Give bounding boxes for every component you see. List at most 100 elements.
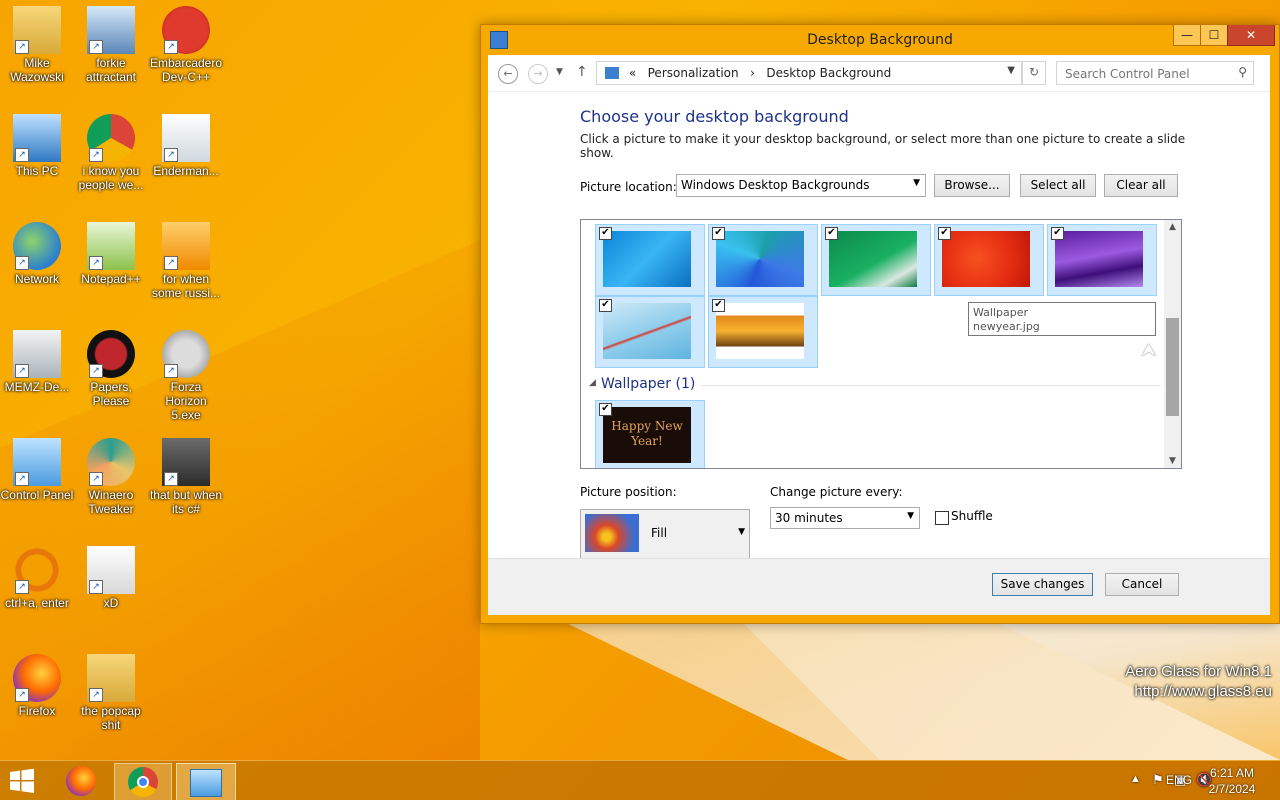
scroll-up-icon[interactable]: ▲ bbox=[1164, 222, 1181, 232]
change-picture-interval-value: 30 minutes bbox=[775, 511, 843, 525]
wallpaper-thumbnail[interactable]: ✔ bbox=[595, 224, 705, 296]
back-button[interactable]: ← bbox=[498, 64, 518, 84]
wallpaper-thumbnail[interactable]: ✔ bbox=[1047, 224, 1157, 296]
picture-position-label: Picture position: bbox=[580, 485, 677, 499]
thumbnail-checkbox[interactable]: ✔ bbox=[599, 299, 612, 312]
desktop-icon-label: Control Panel bbox=[0, 488, 74, 502]
gallery-scrollbar[interactable]: ▲ ▼ bbox=[1164, 220, 1181, 468]
browse-button[interactable]: Browse... bbox=[934, 174, 1010, 197]
change-picture-interval-select[interactable]: 30 minutes ▼ bbox=[770, 507, 920, 529]
desktop-icon-label: Network bbox=[14, 272, 59, 286]
breadcrumb-desktop-background[interactable]: Desktop Background bbox=[766, 66, 891, 80]
pc-settings-icon: ↗ bbox=[87, 6, 135, 54]
wallpaper-thumbnail[interactable]: ✔ bbox=[821, 224, 931, 296]
picture-position-value: Fill bbox=[651, 526, 668, 540]
scrollbar-thumb[interactable] bbox=[1166, 318, 1179, 416]
picture-location-value: Windows Desktop Backgrounds bbox=[681, 178, 870, 192]
desktop-background-window: Desktop Background — ☐ ✕ ← → ▼ ↑ « Perso… bbox=[480, 24, 1280, 624]
document-icon: ↗ bbox=[162, 114, 210, 162]
group-header-wallpaper[interactable]: Wallpaper (1) bbox=[601, 376, 695, 392]
picture-location-select[interactable]: Windows Desktop Backgrounds ▼ bbox=[676, 174, 926, 197]
desktop-icon-label: forkie attractant bbox=[85, 56, 137, 84]
search-input[interactable] bbox=[1063, 64, 1237, 84]
action-center-flag-icon[interactable]: ⚑ bbox=[1152, 772, 1164, 788]
save-changes-button[interactable]: Save changes bbox=[992, 573, 1093, 596]
wallpaper-thumbnail[interactable]: ✔ bbox=[934, 224, 1044, 296]
forward-button[interactable]: → bbox=[528, 64, 548, 84]
chrome-icon bbox=[128, 767, 158, 797]
shortcut-arrow-icon: ↗ bbox=[89, 580, 103, 594]
thumbnail-checkbox[interactable]: ✔ bbox=[938, 227, 951, 240]
desktop-icon[interactable]: ↗ MEMZ-De... bbox=[0, 330, 74, 394]
address-bar[interactable]: « Personalization › Desktop Background ▼ bbox=[596, 61, 1022, 85]
wallpaper-thumbnail[interactable]: ✔ bbox=[708, 224, 818, 296]
wallpaper-thumbnail[interactable]: ✔ bbox=[595, 296, 705, 368]
breadcrumb-overflow[interactable]: « bbox=[629, 66, 636, 80]
shortcut-arrow-icon: ↗ bbox=[164, 472, 178, 486]
wallpaper-thumbnail[interactable]: ✔ bbox=[708, 296, 818, 368]
desktop-icon[interactable]: ↗ Forza Horizon 5.exe bbox=[149, 330, 223, 422]
search-icon[interactable]: ⚲ bbox=[1238, 65, 1247, 79]
title-bar[interactable]: Desktop Background — ☐ ✕ bbox=[481, 25, 1279, 55]
desktop-icon-label: Winaero Tweaker bbox=[88, 488, 134, 516]
desktop-icon[interactable]: ↗ the popcap shit bbox=[74, 654, 148, 732]
thumbnail-checkbox[interactable]: ✔ bbox=[599, 227, 612, 240]
desktop-icon[interactable]: ↗ ctrl+a, enter bbox=[0, 546, 74, 610]
thumbnail-checkbox[interactable]: ✔ bbox=[825, 227, 838, 240]
watermark-url: http://www.glass8.eu bbox=[1134, 683, 1272, 700]
desktop-icon[interactable]: ↗ This PC bbox=[0, 114, 74, 178]
language-indicator[interactable]: ENG bbox=[1166, 773, 1192, 787]
thumbnail-image bbox=[603, 231, 691, 287]
desktop-icon[interactable]: ↗ Notepad++ bbox=[74, 222, 148, 286]
desktop-icon[interactable]: ↗ Firefox bbox=[0, 654, 74, 718]
thumbnail-checkbox[interactable]: ✔ bbox=[712, 227, 725, 240]
desktop-icon[interactable]: ↗ i know you people we... bbox=[74, 114, 148, 192]
clear-all-button[interactable]: Clear all bbox=[1104, 174, 1178, 197]
desktop-icon[interactable]: ↗ Papers, Please bbox=[74, 330, 148, 408]
desktop-icon[interactable]: ↗ xD bbox=[74, 546, 148, 610]
desktop-icon[interactable]: ↗ for when some russi... bbox=[149, 222, 223, 300]
taskbar-firefox[interactable] bbox=[58, 763, 104, 799]
desktop-icon-label: Papers, Please bbox=[90, 380, 132, 408]
thumbnail-image bbox=[603, 303, 691, 359]
clock[interactable]: 6:21 AM 2/7/2024 bbox=[1202, 765, 1262, 797]
desktop-icon[interactable]: ↗ Mike Wazowski bbox=[0, 6, 74, 84]
thumbnail-checkbox[interactable]: ✔ bbox=[1051, 227, 1064, 240]
maximize-button[interactable]: ☐ bbox=[1200, 25, 1228, 46]
desktop-icon[interactable]: ↗ Control Panel bbox=[0, 438, 74, 502]
desktop-icon[interactable]: ↗ Winaero Tweaker bbox=[74, 438, 148, 516]
thumbnail-checkbox[interactable]: ✔ bbox=[599, 403, 612, 416]
breadcrumb-personalization[interactable]: Personalization bbox=[648, 66, 739, 80]
cancel-button[interactable]: Cancel bbox=[1105, 573, 1179, 596]
wallpaper-thumbnail-newyear[interactable]: Happy New Year! ✔ bbox=[595, 400, 705, 468]
collapse-group-icon[interactable]: ◢ bbox=[589, 378, 596, 388]
chevron-down-icon: ▼ bbox=[913, 178, 920, 188]
thumbnail-checkbox[interactable]: ✔ bbox=[712, 299, 725, 312]
refresh-button[interactable]: ↻ bbox=[1022, 61, 1046, 85]
desktop-icon[interactable]: ↗ Network bbox=[0, 222, 74, 286]
window-client: ← → ▼ ↑ « Personalization › Desktop Back… bbox=[488, 55, 1270, 615]
taskbar-control-panel[interactable] bbox=[176, 763, 236, 800]
picture-position-select[interactable]: Fill ▼ bbox=[580, 509, 750, 559]
desktop-icon[interactable]: ↗ that but when its c# bbox=[149, 438, 223, 516]
scroll-down-icon[interactable]: ▼ bbox=[1164, 456, 1181, 466]
desktop-icon[interactable]: ↗ Embarcadero Dev-C++ bbox=[149, 6, 223, 84]
recent-pages-dropdown-icon[interactable]: ▼ bbox=[556, 67, 563, 77]
shuffle-checkbox[interactable] bbox=[935, 511, 949, 525]
shortcut-arrow-icon: ↗ bbox=[89, 364, 103, 378]
devcpp-icon: ↗ bbox=[162, 6, 210, 54]
minimize-button[interactable]: — bbox=[1173, 25, 1201, 46]
chevron-down-icon[interactable]: ▼ bbox=[1007, 65, 1015, 76]
breadcrumb: « Personalization › Desktop Background bbox=[605, 66, 891, 80]
start-button[interactable] bbox=[8, 763, 44, 799]
select-all-button[interactable]: Select all bbox=[1020, 174, 1096, 197]
breadcrumb-separator[interactable]: › bbox=[750, 66, 755, 80]
show-hidden-icons-icon[interactable]: ▲ bbox=[1130, 773, 1141, 785]
desktop-icon[interactable]: ↗ forkie attractant bbox=[74, 6, 148, 84]
navigation-bar: ← → ▼ ↑ « Personalization › Desktop Back… bbox=[488, 55, 1270, 92]
thumbnail-image bbox=[716, 231, 804, 287]
desktop-icon[interactable]: ↗ Enderman... bbox=[149, 114, 223, 178]
close-button[interactable]: ✕ bbox=[1227, 25, 1275, 46]
taskbar-chrome[interactable] bbox=[114, 763, 172, 800]
up-button[interactable]: ↑ bbox=[576, 64, 588, 80]
